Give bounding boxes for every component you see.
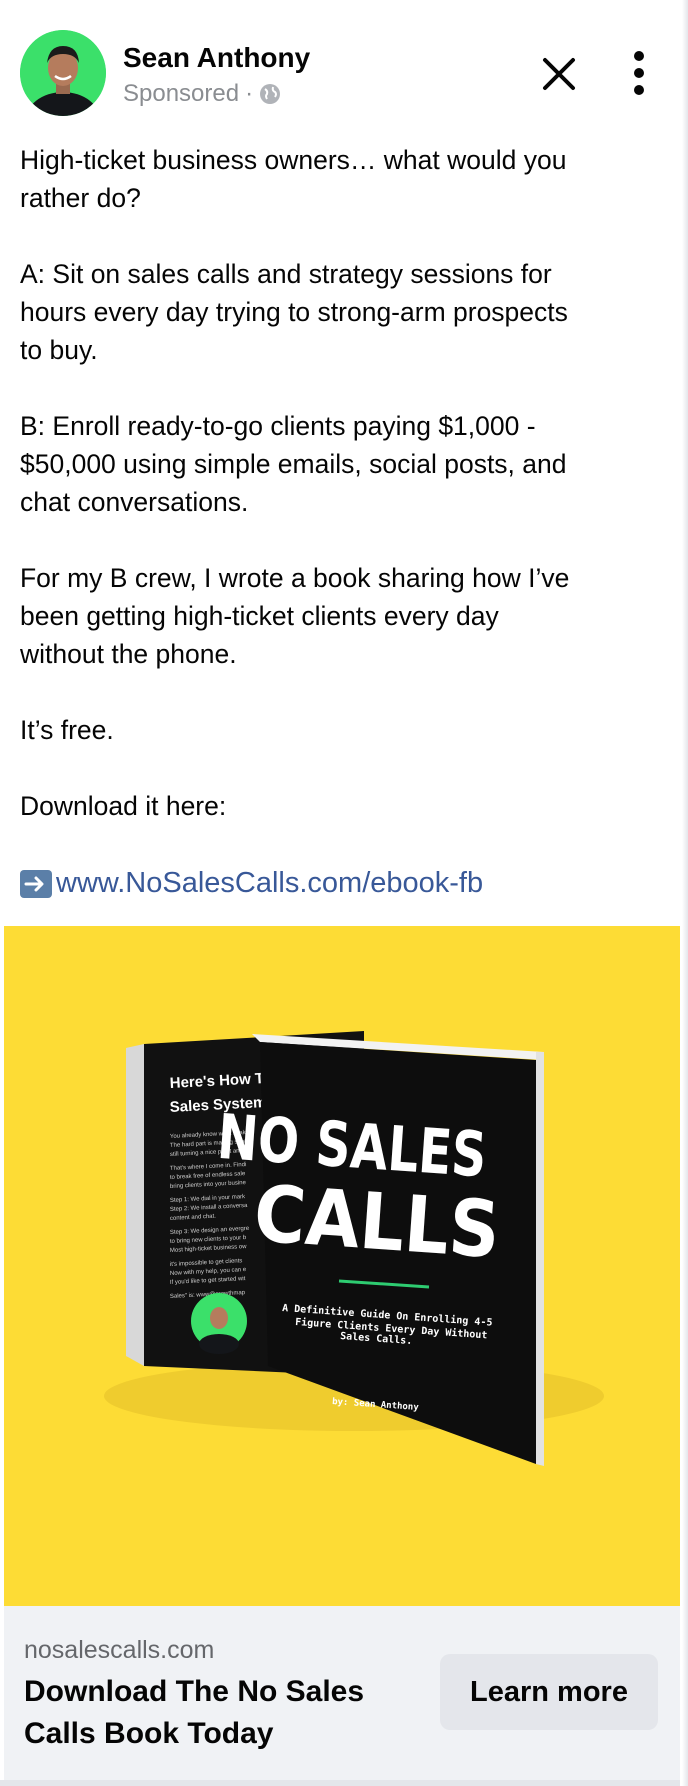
avatar-photo	[20, 30, 106, 116]
footer-headline[interactable]: Download The No Sales Calls Book Today	[24, 1671, 404, 1755]
post-paragraph: It’s free.	[20, 715, 114, 745]
right-edge-shadow	[682, 0, 688, 1786]
author-avatar[interactable]	[20, 30, 106, 116]
post-text: High-ticket business owners… what would …	[20, 141, 660, 863]
post-paragraph: High-ticket business owners… what would …	[20, 145, 567, 213]
meta-separator: ·	[245, 80, 254, 107]
ebook-link-text[interactable]: www.NoSalesCalls.com/ebook-fb	[56, 867, 483, 900]
post-paragraph: B: Enroll ready-to-go clients paying $1,…	[20, 411, 567, 517]
bottom-divider	[0, 1780, 680, 1786]
post-paragraph: Download it here:	[20, 791, 227, 821]
front-title-line2: CALLS	[251, 1169, 503, 1276]
globe-icon[interactable]	[259, 83, 281, 105]
close-icon[interactable]	[537, 52, 581, 96]
ad-footer[interactable]: nosalescalls.com Download The No Sales C…	[4, 1606, 680, 1780]
book-mockup: Here's How To Get Sales System... You al…	[104, 1031, 604, 1466]
footer-domain: nosalescalls.com	[24, 1636, 215, 1664]
ad-creative[interactable]: Here's How To Get Sales System... You al…	[4, 926, 680, 1606]
right-arrow-icon	[20, 869, 52, 898]
more-options-icon[interactable]	[626, 50, 652, 96]
sponsored-label: Sponsored	[123, 80, 240, 107]
post-header: Sean Anthony Sponsored ·	[0, 0, 680, 130]
ebook-link[interactable]: www.NoSalesCalls.com/ebook-fb	[20, 867, 483, 900]
post-meta: Sponsored ·	[123, 80, 281, 108]
learn-more-button[interactable]: Learn more	[440, 1654, 658, 1730]
post-paragraph: For my B crew, I wrote a book sharing ho…	[20, 563, 570, 669]
post-paragraph: A: Sit on sales calls and strategy sessi…	[20, 259, 568, 365]
author-name[interactable]: Sean Anthony	[123, 42, 310, 74]
